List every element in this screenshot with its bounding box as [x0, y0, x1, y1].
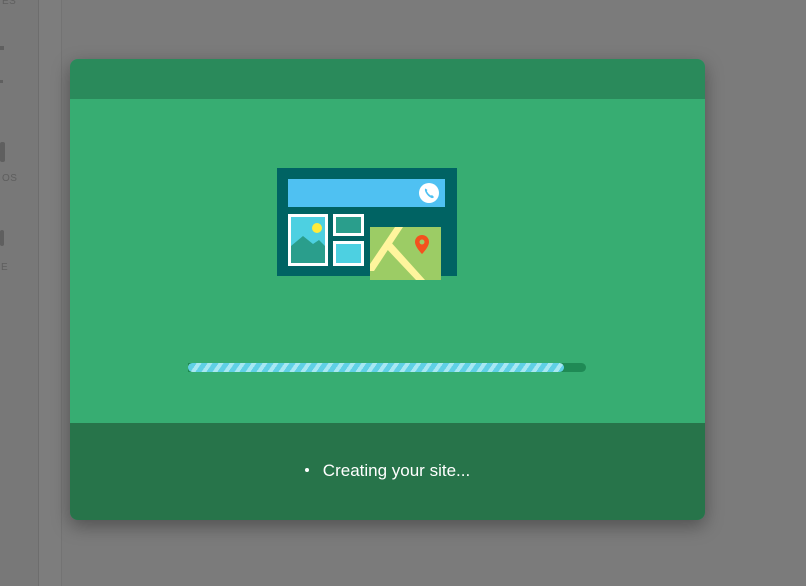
loading-indicator-icon [304, 467, 309, 472]
rail-label-1: ES [2, 0, 17, 7]
status-message: Creating your site... [70, 461, 705, 481]
rail-label-3: E [1, 262, 9, 273]
background-nav-rail: ES OS E [0, 0, 39, 586]
rail-icon-3 [0, 142, 5, 162]
dialog-body [70, 99, 705, 423]
content-tile-2-fill [336, 244, 361, 263]
website-illustration [277, 168, 457, 280]
rail-icon-1 [0, 46, 4, 50]
rail-icon-2 [0, 80, 3, 83]
map-tile [370, 227, 441, 280]
rail-icon-4 [0, 230, 4, 246]
progress-fill [188, 363, 565, 372]
content-tile-1-fill [336, 217, 361, 233]
image-icon [288, 214, 328, 266]
status-text: Creating your site... [322, 461, 471, 480]
rail-label-2: OS [2, 173, 18, 184]
dialog-header [70, 59, 705, 99]
creating-site-dialog: Creating your site... [70, 59, 705, 520]
creation-progress-bar [188, 363, 586, 375]
background-side-panel [39, 0, 62, 586]
phone-icon [419, 183, 439, 203]
